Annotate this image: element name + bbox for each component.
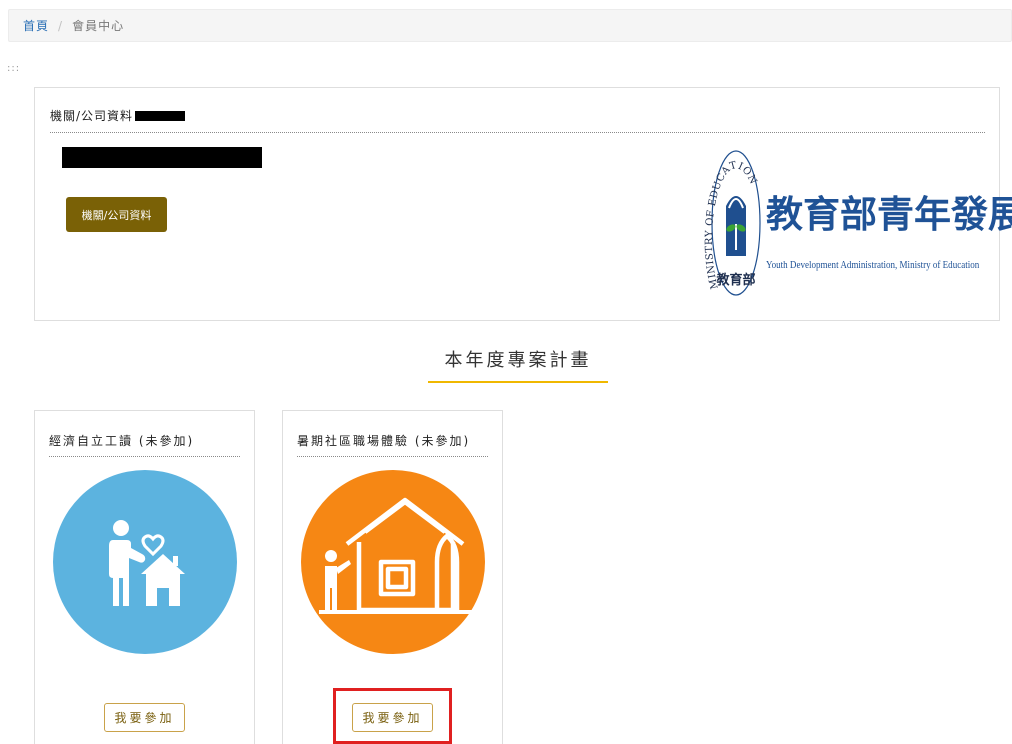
person-building-tree-icon [301, 470, 485, 654]
redacted-org-name [62, 147, 262, 168]
card-title: 經濟自立工讀 (未參加) [49, 434, 195, 448]
highlight-box [333, 688, 452, 744]
org-heading-label: 機關/公司資料 [50, 109, 134, 123]
section-title: 本年度專案計畫 [444, 350, 592, 371]
accesskey-marker[interactable]: ::: [7, 63, 20, 74]
org-info-panel: 機關/公司資料 機關/公司資料 MINISTRY OF EDUCATION 教育… [34, 87, 1012, 321]
seal-bottom-text: 教育部 [715, 272, 755, 288]
program-card-work-study: 經濟自立工讀 (未參加) 我要參加 [34, 410, 255, 744]
breadcrumb-home-link[interactable]: 首頁 [23, 17, 49, 34]
card-divider [49, 456, 240, 457]
person-house-heart-icon [53, 470, 237, 654]
breadcrumb-current: 會員中心 [72, 19, 125, 33]
org-heading: 機關/公司資料 [50, 107, 186, 124]
ministry-seal-icon: MINISTRY OF EDUCATION 教育部 [704, 150, 761, 296]
join-button[interactable]: 我要參加 [104, 703, 185, 732]
org-info-button[interactable]: 機關/公司資料 [66, 197, 167, 232]
ministry-logo: MINISTRY OF EDUCATION 教育部 教育部青年發展署 Youth… [704, 138, 1012, 308]
redacted-org-id [135, 110, 186, 121]
breadcrumb-separator: / [58, 18, 64, 33]
card-title: 暑期社區職場體驗 (未參加) [297, 434, 471, 448]
logo-title: 教育部青年發展署 [766, 192, 1012, 236]
breadcrumb: 首頁 / 會員中心 [8, 9, 1012, 42]
logo-subtitle: Youth Development Administration, Minist… [766, 260, 980, 271]
org-divider [50, 132, 985, 133]
card-divider [297, 456, 488, 457]
section-underline [428, 381, 608, 383]
